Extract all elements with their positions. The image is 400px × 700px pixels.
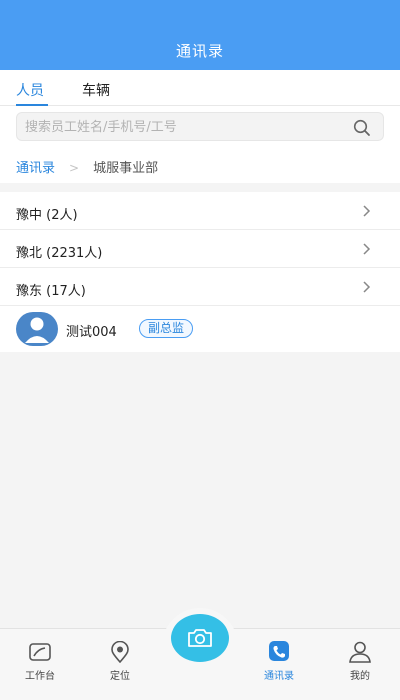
nav-contacts[interactable]: 通讯录	[249, 641, 309, 682]
nav-label: 通讯录	[264, 671, 294, 682]
breadcrumb-current: 城服事业部	[93, 161, 159, 176]
position-badge: 副总监	[139, 319, 194, 338]
active-tab-indicator	[16, 104, 48, 106]
search-bar	[16, 112, 384, 141]
location-pin-icon	[111, 641, 129, 663]
nav-workbench[interactable]: 工作台	[10, 641, 70, 682]
chevron-right-icon	[363, 243, 371, 255]
nav-label: 工作台	[25, 671, 55, 682]
breadcrumb: 通讯录 > 城服事业部	[16, 157, 159, 176]
page-title: 通讯录	[175, 42, 224, 60]
person-row[interactable]: 测试004 副总监	[0, 306, 400, 352]
nav-label: 定位	[110, 671, 130, 682]
avatar-icon	[16, 312, 58, 346]
tab-bar: 人员 车辆	[0, 70, 400, 106]
contact-list: 豫中 (2人) 豫北 (2231人) 豫东 (17人) 测试004 副总监	[0, 192, 400, 352]
group-label: 豫中 (2人)	[16, 208, 78, 223]
user-profile-icon	[349, 641, 371, 663]
camera-icon	[188, 629, 212, 647]
phone-contacts-icon	[269, 641, 289, 661]
tab-vehicles[interactable]: 车辆	[82, 80, 110, 100]
nav-label: 我的	[350, 671, 370, 682]
breadcrumb-root[interactable]: 通讯录	[16, 161, 55, 176]
breadcrumb-separator: >	[69, 161, 80, 175]
group-label: 豫东 (17人)	[16, 284, 86, 299]
nav-location[interactable]: 定位	[90, 641, 150, 682]
app-header: 通讯录	[0, 0, 400, 70]
group-row-yubei[interactable]: 豫北 (2231人)	[0, 230, 400, 268]
workbench-icon	[29, 643, 51, 661]
person-name: 测试004	[66, 325, 117, 340]
tab-personnel[interactable]: 人员	[16, 80, 44, 100]
group-row-yudong[interactable]: 豫东 (17人)	[0, 268, 400, 306]
group-label: 豫北 (2231人)	[16, 246, 103, 261]
group-row-yuzhong[interactable]: 豫中 (2人)	[0, 192, 400, 230]
camera-button[interactable]	[171, 614, 229, 662]
chevron-right-icon	[363, 281, 371, 293]
search-input[interactable]	[25, 117, 345, 137]
search-icon[interactable]	[353, 119, 371, 137]
nav-profile[interactable]: 我的	[330, 641, 390, 682]
chevron-right-icon	[363, 205, 371, 217]
